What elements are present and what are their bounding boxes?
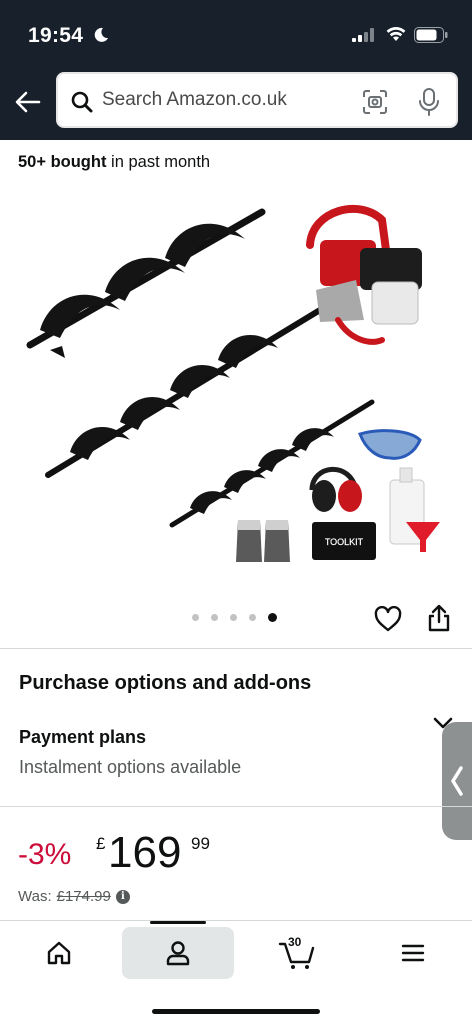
was-label: Was:: [18, 888, 52, 905]
microphone-icon[interactable]: [418, 87, 440, 117]
was-price-line: Was: £174.99 i: [18, 888, 130, 905]
home-indicator: [152, 1009, 320, 1014]
bought-suffix: in past month: [106, 153, 211, 171]
share-icon[interactable]: [428, 604, 450, 632]
search-input[interactable]: [102, 84, 352, 116]
pagination-dot[interactable]: [249, 614, 256, 621]
price-whole: 169: [108, 828, 182, 877]
was-price: £174.99: [56, 888, 111, 905]
search-header: [0, 64, 472, 140]
auger-bit-large: [26, 208, 266, 358]
price-fraction: 99: [191, 834, 210, 853]
divider: [0, 806, 472, 807]
bought-in-past-month: 50+ bought in past month: [18, 153, 210, 172]
product-image[interactable]: TOOLKIT: [20, 190, 452, 600]
ear-defenders: [309, 466, 362, 512]
toolkit-bag: TOOLKIT: [312, 522, 376, 560]
chevron-left-icon: [451, 766, 463, 796]
back-arrow-icon: [15, 91, 41, 113]
hamburger-menu-icon: [401, 944, 425, 962]
engine-power-head: [306, 204, 422, 345]
price-block: -3% £ 169 99: [18, 826, 318, 882]
payment-plans-title[interactable]: Payment plans: [19, 727, 146, 748]
pagination-dot[interactable]: [192, 614, 199, 621]
tab-indicator: [150, 921, 206, 924]
pagination-dot-active[interactable]: [268, 613, 277, 622]
price-currency: £: [96, 834, 106, 853]
tab-home[interactable]: [30, 927, 88, 979]
search-box[interactable]: [56, 72, 458, 128]
toolkit-bag-label: TOOLKIT: [325, 537, 364, 547]
battery-icon: [414, 27, 448, 43]
heart-icon[interactable]: [374, 606, 402, 632]
bought-count: 50+ bought: [18, 153, 107, 171]
pagination-dot[interactable]: [230, 614, 237, 621]
search-icon: [71, 91, 93, 113]
wifi-icon: [386, 26, 406, 41]
purchase-options-title: Purchase options and add-ons: [19, 672, 312, 694]
tab-account[interactable]: [122, 927, 234, 979]
divider: [0, 648, 472, 649]
back-button[interactable]: [10, 84, 46, 120]
status-bar: 19:54: [0, 0, 472, 64]
camera-icon[interactable]: [362, 89, 388, 115]
tab-cart[interactable]: 30: [268, 927, 326, 979]
payment-plans-subtitle: Instalment options available: [19, 757, 242, 777]
discount-percentage: -3%: [18, 838, 72, 871]
safety-glasses: [358, 429, 422, 460]
status-time: 19:54: [28, 24, 84, 47]
side-panel-handle[interactable]: [442, 722, 472, 840]
work-gloves: [236, 520, 290, 562]
info-icon[interactable]: i: [115, 889, 130, 904]
person-icon: [166, 941, 190, 966]
moon-icon: [94, 27, 108, 42]
home-icon: [47, 941, 71, 965]
signal-icon: [352, 28, 374, 42]
tab-menu[interactable]: [384, 927, 442, 979]
image-pagination-dots[interactable]: [192, 613, 277, 622]
pagination-dot[interactable]: [211, 614, 218, 621]
cart-count-badge: 30: [288, 935, 302, 949]
